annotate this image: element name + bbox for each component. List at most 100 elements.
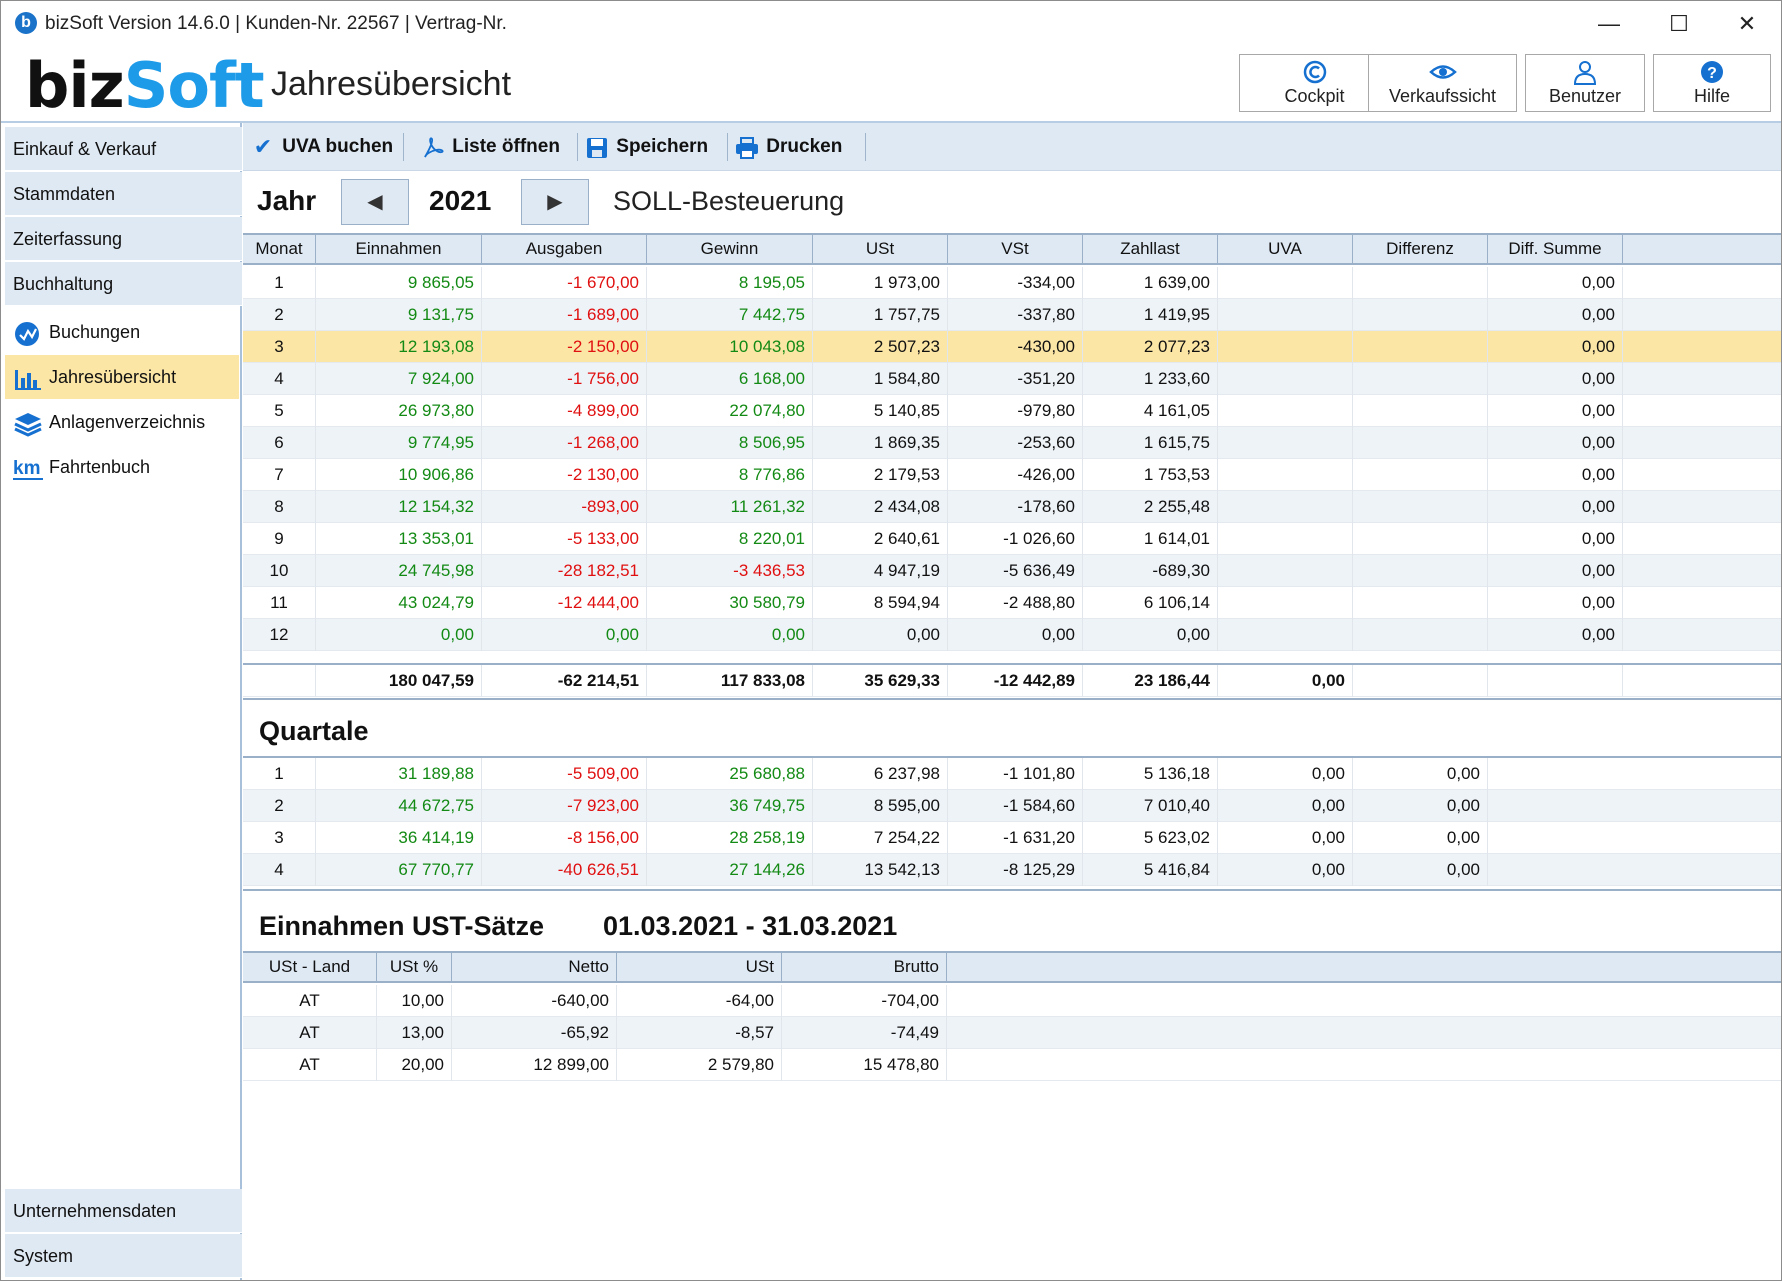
table-cell: 8 220,01 bbox=[647, 523, 813, 555]
table-cell: -8 156,00 bbox=[482, 822, 647, 854]
table-cell: -337,80 bbox=[948, 299, 1083, 331]
table-row[interactable]: 3 12 193,08 -2 150,00 10 043,08 2 507,23 -430… bbox=[243, 331, 1781, 363]
maximize-button[interactable]: ☐ bbox=[1651, 7, 1707, 41]
table-cell bbox=[1218, 331, 1353, 363]
table-row[interactable]: 9 13 353,01 -5 133,00 8 220,01 2 640,61 -1 02… bbox=[243, 523, 1781, 555]
column-header[interactable]: Netto bbox=[452, 953, 617, 981]
column-header[interactable]: USt bbox=[813, 235, 948, 263]
sidebar-item-anlagenverzeichnis[interactable]: Anlagenverzeichnis bbox=[5, 400, 239, 444]
table-cell: 6 bbox=[243, 427, 316, 459]
table-cell bbox=[1218, 459, 1353, 491]
table-cell: -1 101,80 bbox=[948, 758, 1083, 790]
column-header[interactable]: VSt bbox=[948, 235, 1083, 263]
table-cell bbox=[1218, 619, 1353, 651]
table-cell bbox=[1353, 619, 1488, 651]
table-cell bbox=[1353, 299, 1488, 331]
table-cell: 44 672,75 bbox=[316, 790, 482, 822]
sidebar-section-system[interactable]: System bbox=[5, 1234, 242, 1278]
table-cell: -8 125,29 bbox=[948, 854, 1083, 886]
table-row[interactable]: 3 36 414,19 -8 156,00 28 258,19 7 254,22 -1 6… bbox=[243, 822, 1781, 854]
table-cell: 0,00 bbox=[1218, 822, 1353, 854]
column-header[interactable]: Differenz bbox=[1353, 235, 1488, 263]
year-selector: Jahr ◀ 2021 ▶ SOLL-Besteuerung bbox=[243, 171, 1781, 233]
column-header[interactable]: Brutto bbox=[782, 953, 947, 981]
table-row[interactable]: 12 0,00 0,00 0,00 0,00 0,00 0,00 0,00 bbox=[243, 619, 1781, 651]
table-row[interactable]: 1 31 189,88 -5 509,00 25 680,88 6 237,98 -1 1… bbox=[243, 758, 1781, 790]
table-cell: 28 258,19 bbox=[647, 822, 813, 854]
column-header[interactable]: USt bbox=[617, 953, 782, 981]
table-cell: 1 753,53 bbox=[1083, 459, 1218, 491]
previous-year-button[interactable]: ◀ bbox=[341, 179, 409, 225]
sidebar-item-fahrtenbuch[interactable]: km Fahrtenbuch bbox=[5, 445, 239, 489]
column-header[interactable]: Ausgaben bbox=[482, 235, 647, 263]
table-row[interactable]: AT 10,00 -640,00 -64,00 -704,00 bbox=[243, 985, 1781, 1017]
sidebar: Einkauf & Verkauf Stammdaten Zeiterfassu… bbox=[1, 123, 242, 1280]
column-header[interactable]: USt % bbox=[377, 953, 452, 981]
sidebar-section-buchhaltung[interactable]: Buchhaltung bbox=[5, 262, 242, 306]
table-cell: AT bbox=[243, 1049, 377, 1081]
column-header[interactable]: USt - Land bbox=[243, 953, 377, 981]
table-cell: 5 136,18 bbox=[1083, 758, 1218, 790]
table-row[interactable]: 2 44 672,75 -7 923,00 36 749,75 8 595,00 -1 5… bbox=[243, 790, 1781, 822]
toolbar: ✔ UVA buchen Liste öffnen Speichern Druc… bbox=[243, 123, 1781, 171]
table-row[interactable]: AT 20,00 12 899,00 2 579,80 15 478,80 bbox=[243, 1049, 1781, 1081]
sidebar-item-jahresuebersicht[interactable]: Jahresübersicht bbox=[5, 355, 239, 399]
minimize-button[interactable]: — bbox=[1581, 7, 1637, 41]
table-cell: AT bbox=[243, 985, 377, 1017]
table-row[interactable]: 4 67 770,77 -40 626,51 27 144,26 13 542,13 -8… bbox=[243, 854, 1781, 886]
chevron-left-icon: ◀ bbox=[367, 191, 383, 213]
table-cell: 10 906,86 bbox=[316, 459, 482, 491]
table-row[interactable]: 29 131,75 -1 689,00 7 442,75 1 757,75 -337,8… bbox=[243, 299, 1781, 331]
column-header[interactable]: Einnahmen bbox=[316, 235, 482, 263]
table-row[interactable]: AT 13,00 -65,92 -8,57 -74,49 bbox=[243, 1017, 1781, 1049]
table-cell: -334,00 bbox=[948, 267, 1083, 299]
next-year-button[interactable]: ▶ bbox=[521, 179, 589, 225]
column-header[interactable]: Gewinn bbox=[647, 235, 813, 263]
table-cell: 8 bbox=[243, 491, 316, 523]
table-cell: -12 444,00 bbox=[482, 587, 647, 619]
table-cell: 9 865,05 bbox=[316, 267, 482, 299]
sidebar-section-einkauf-verkauf[interactable]: Einkauf & Verkauf bbox=[5, 127, 242, 171]
total-cell bbox=[1488, 665, 1623, 697]
table-cell: 0,00 bbox=[1488, 395, 1623, 427]
table-cell bbox=[1353, 555, 1488, 587]
table-cell: -351,20 bbox=[948, 363, 1083, 395]
table-row[interactable]: 5 26 973,80 -4 899,00 22 074,80 5 140,85 -979… bbox=[243, 395, 1781, 427]
close-button[interactable]: ✕ bbox=[1719, 7, 1775, 41]
column-header[interactable]: UVA bbox=[1218, 235, 1353, 263]
sidebar-section-zeiterfassung[interactable]: Zeiterfassung bbox=[5, 217, 242, 261]
table-cell: 1 584,80 bbox=[813, 363, 948, 395]
drucken-button[interactable]: Drucken bbox=[733, 123, 842, 171]
column-header[interactable]: Monat bbox=[243, 235, 316, 263]
table-row[interactable]: 8 12 154,32 -893,00 11 261,32 2 434,08 -178,6… bbox=[243, 491, 1781, 523]
table-cell: 11 261,32 bbox=[647, 491, 813, 523]
column-header[interactable]: Diff. Summe bbox=[1488, 235, 1623, 263]
table-cell: 12 154,32 bbox=[316, 491, 482, 523]
table-cell: 13 353,01 bbox=[316, 523, 482, 555]
table-cell: -1 689,00 bbox=[482, 299, 647, 331]
sidebar-item-buchungen[interactable]: Buchungen bbox=[5, 310, 239, 354]
table-cell: 0,00 bbox=[813, 619, 948, 651]
sidebar-section-unternehmensdaten[interactable]: Unternehmensdaten bbox=[5, 1189, 242, 1233]
speichern-button[interactable]: Speichern bbox=[583, 123, 708, 171]
table-cell: 43 024,79 bbox=[316, 587, 482, 619]
table-cell: 5 140,85 bbox=[813, 395, 948, 427]
table-row[interactable]: 19 865,05 -1 670,00 8 195,05 1 973,00 -334,0… bbox=[243, 267, 1781, 299]
table-cell: 0,00 bbox=[1488, 267, 1623, 299]
total-cell: 180 047,59 bbox=[316, 665, 482, 697]
uva-buchen-button[interactable]: ✔ UVA buchen bbox=[249, 123, 393, 171]
table-row[interactable]: 11 43 024,79 -12 444,00 30 580,79 8 594,94 -2… bbox=[243, 587, 1781, 619]
hilfe-button[interactable]: ? Hilfe bbox=[1653, 54, 1771, 112]
benutzer-button[interactable]: Benutzer bbox=[1525, 54, 1645, 112]
table-row[interactable]: 10 24 745,98 -28 182,51 -3 436,53 4 947,19 -5… bbox=[243, 555, 1781, 587]
sidebar-section-stammdaten[interactable]: Stammdaten bbox=[5, 172, 242, 216]
table-row[interactable]: 47 924,00 -1 756,00 6 168,00 1 584,80 -351,2… bbox=[243, 363, 1781, 395]
table-cell: -40 626,51 bbox=[482, 854, 647, 886]
table-row[interactable]: 69 774,95 -1 268,00 8 506,95 1 869,35 -253,6… bbox=[243, 427, 1781, 459]
table-cell: 67 770,77 bbox=[316, 854, 482, 886]
verkaufssicht-button[interactable]: Verkaufssicht bbox=[1368, 54, 1517, 112]
column-header[interactable]: Zahllast bbox=[1083, 235, 1218, 263]
table-cell: 2 579,80 bbox=[617, 1049, 782, 1081]
table-row[interactable]: 7 10 906,86 -2 130,00 8 776,86 2 179,53 -426,… bbox=[243, 459, 1781, 491]
liste-oeffnen-button[interactable]: Liste öffnen bbox=[419, 123, 560, 171]
